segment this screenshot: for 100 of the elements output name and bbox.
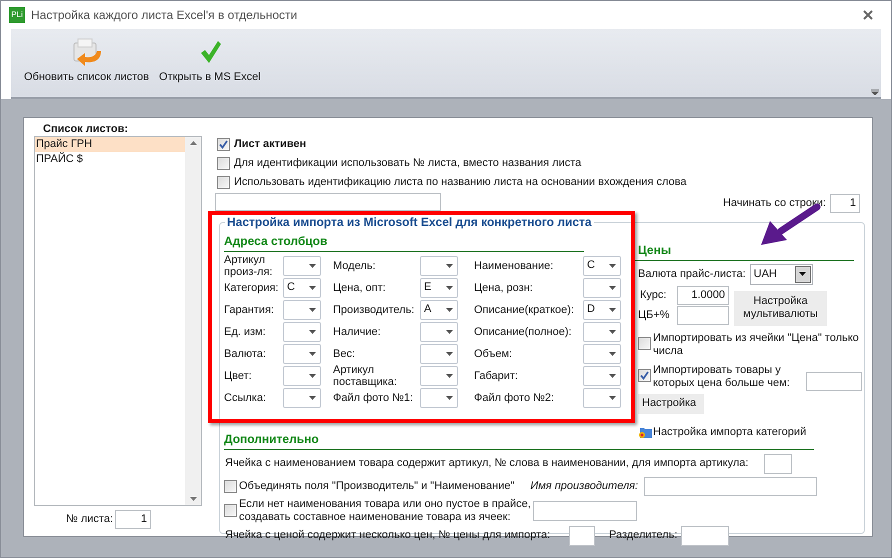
price-number-field[interactable] bbox=[569, 526, 595, 546]
composite-field[interactable] bbox=[533, 500, 637, 520]
currency-dropdown[interactable]: UAH bbox=[750, 264, 813, 284]
checkbox[interactable] bbox=[217, 138, 230, 151]
dropdown-arrow-icon bbox=[609, 264, 616, 268]
app-logo: PLi bbox=[9, 7, 25, 23]
column-dropdown[interactable] bbox=[420, 344, 458, 364]
section-header: Адреса столбцов bbox=[224, 234, 328, 248]
column-dropdown[interactable]: C bbox=[283, 278, 321, 298]
rate-field[interactable]: 1.0000 bbox=[677, 286, 729, 304]
column-label: Гарантия: bbox=[224, 304, 275, 316]
rate-label: Курс: bbox=[639, 288, 668, 303]
checkbox[interactable] bbox=[224, 504, 237, 517]
column-dropdown[interactable] bbox=[283, 388, 321, 408]
column-label: Ссылка: bbox=[224, 392, 267, 404]
list-title: Список листов: bbox=[42, 122, 130, 136]
dropdown-arrow-icon bbox=[446, 264, 453, 268]
column-dropdown[interactable]: C bbox=[583, 256, 621, 276]
sheet-item[interactable]: Прайс ГРН bbox=[35, 137, 185, 152]
close-icon[interactable] bbox=[863, 10, 873, 20]
dropdown-arrow-icon bbox=[446, 308, 453, 312]
separator-field[interactable] bbox=[681, 526, 730, 546]
column-label: Вес: bbox=[333, 348, 356, 360]
column-dropdown[interactable] bbox=[583, 344, 621, 364]
column-dropdown[interactable]: D bbox=[583, 300, 621, 320]
multicurrency-button[interactable]: Настройка мультивалюты bbox=[734, 290, 827, 326]
dropdown-arrow-icon bbox=[309, 396, 316, 400]
article-field[interactable] bbox=[764, 454, 792, 474]
merge-label: Объединять поля "Производитель" и "Наименование" bbox=[239, 479, 514, 494]
price-option-label: Импортировать из ячейки "Цена" только числа bbox=[653, 332, 860, 358]
column-dropdown[interactable] bbox=[583, 322, 621, 342]
column-dropdown[interactable] bbox=[583, 278, 621, 298]
word-field[interactable] bbox=[215, 193, 441, 211]
column-label: Габарит: bbox=[474, 370, 519, 382]
cb-field[interactable] bbox=[677, 306, 729, 324]
column-label: Валюта: bbox=[224, 348, 267, 360]
sheet-number-label: № листа: bbox=[66, 512, 114, 528]
manufacturer-field[interactable] bbox=[644, 477, 818, 496]
multi-price-label: Ячейка с ценой содержит несколько цен, № цены для импорта: bbox=[224, 528, 552, 544]
column-label: Модель: bbox=[333, 260, 377, 272]
dropdown-arrow-icon bbox=[309, 374, 316, 378]
checkbox[interactable] bbox=[638, 336, 651, 350]
dropdown-arrow-icon bbox=[609, 374, 616, 378]
column-label: Ед. изм: bbox=[224, 326, 267, 338]
checkbox[interactable] bbox=[217, 157, 230, 170]
column-label: Цвет: bbox=[224, 370, 253, 382]
checkbox[interactable] bbox=[224, 480, 237, 493]
column-dropdown[interactable] bbox=[420, 322, 458, 342]
overflow-icon[interactable] bbox=[871, 89, 879, 95]
article-label: Ячейка с наименованием товара содержит артикул, № слова в наименовании, для импорта артикула: bbox=[224, 456, 748, 472]
column-dropdown[interactable] bbox=[420, 388, 458, 408]
dropdown-arrow-icon bbox=[309, 286, 316, 290]
column-label: Производитель: bbox=[333, 304, 416, 316]
dropdown-arrow-icon bbox=[446, 330, 453, 334]
scrollbar[interactable] bbox=[185, 137, 201, 505]
categories-link[interactable]: Настройка импорта категорий bbox=[653, 424, 806, 440]
column-label: Цена, опт: bbox=[333, 282, 387, 294]
dropdown-arrow-icon bbox=[309, 352, 316, 356]
column-label: Файл фото №2: bbox=[474, 392, 556, 404]
column-dropdown[interactable] bbox=[283, 322, 321, 342]
sheet-number-field[interactable]: 1 bbox=[115, 510, 152, 529]
dropdown-arrow-icon bbox=[446, 374, 453, 378]
start-row-field[interactable]: 1 bbox=[830, 194, 860, 213]
dropdown-arrow-icon bbox=[309, 330, 316, 334]
min-price-field[interactable] bbox=[806, 372, 862, 390]
column-dropdown[interactable] bbox=[420, 366, 458, 386]
option-label: Использовать идентификацию листа по названию листа на основании вхождения слова bbox=[234, 175, 686, 190]
scroll-down-icon[interactable] bbox=[190, 497, 196, 501]
dropdown-arrow-icon bbox=[609, 396, 616, 400]
column-label: Артикул произ-ля: bbox=[224, 254, 274, 278]
section-header: Дополнительно bbox=[224, 432, 319, 446]
manufacturer-label: Имя производителя: bbox=[530, 479, 638, 494]
column-dropdown[interactable]: E bbox=[420, 278, 458, 298]
column-label: Наличие: bbox=[333, 326, 382, 338]
column-dropdown[interactable] bbox=[283, 300, 321, 320]
scroll-up-icon[interactable] bbox=[190, 141, 196, 145]
column-dropdown[interactable] bbox=[283, 344, 321, 364]
window-title: Настройка каждого листа Excel'я в отдельности bbox=[31, 7, 298, 24]
sheet-item[interactable]: ПРАЙС $ bbox=[35, 152, 185, 167]
column-label: Артикул поставщика: bbox=[333, 364, 398, 388]
column-dropdown[interactable] bbox=[283, 366, 321, 386]
column-dropdown[interactable] bbox=[583, 388, 621, 408]
option-label: Для идентификации использовать № листа, вместо названия листа bbox=[234, 156, 582, 172]
column-dropdown[interactable] bbox=[583, 366, 621, 386]
toolbar-button[interactable]: Открыть в MS Excel bbox=[158, 29, 262, 86]
column-dropdown[interactable]: A bbox=[420, 300, 458, 320]
dropdown-arrow-icon bbox=[446, 352, 453, 356]
column-label: Наименование: bbox=[474, 260, 554, 272]
settings-button[interactable]: Настройка bbox=[638, 394, 704, 414]
checkbox[interactable] bbox=[638, 368, 651, 382]
column-dropdown[interactable] bbox=[283, 256, 321, 276]
dropdown-arrow-icon bbox=[609, 352, 616, 356]
dropdown-arrow-icon bbox=[609, 308, 616, 312]
dropdown-arrow-icon bbox=[309, 264, 316, 268]
dropdown-arrow-icon bbox=[609, 330, 616, 334]
column-dropdown[interactable] bbox=[420, 256, 458, 276]
toolbar-button[interactable]: Обновить список листов bbox=[23, 29, 150, 86]
composite-label: Если нет наименования товара или оно пустое в прайсе, создавать составное наименование товара из ячеек: bbox=[239, 498, 531, 524]
dropdown-arrow-icon bbox=[309, 308, 316, 312]
checkbox[interactable] bbox=[217, 176, 230, 189]
